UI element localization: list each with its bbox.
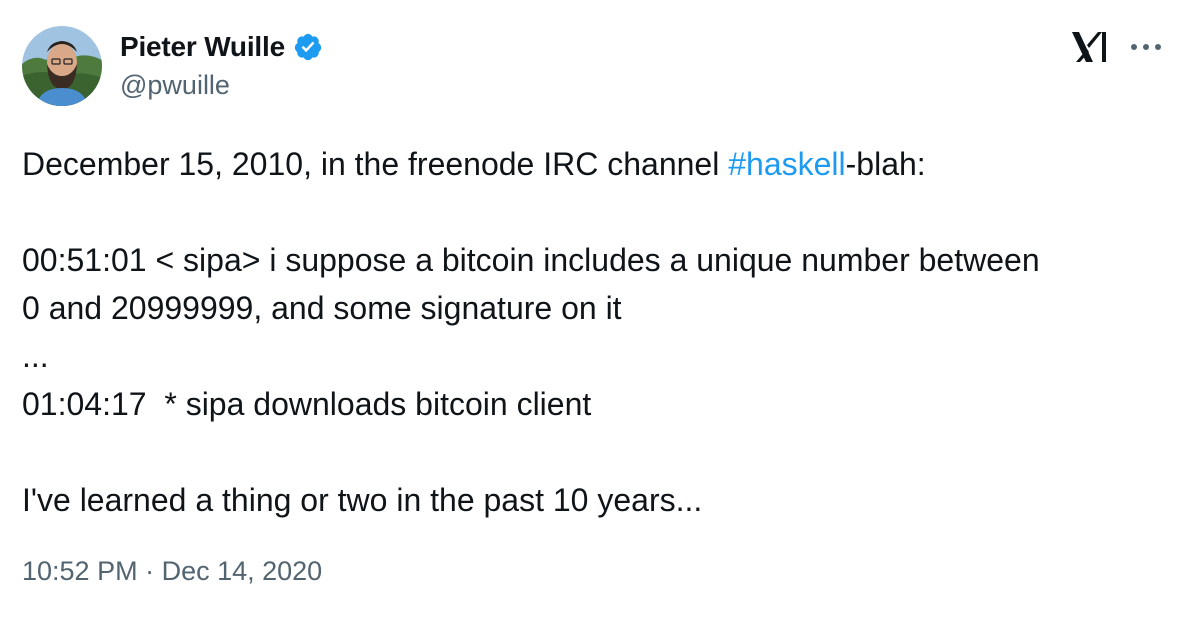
avatar[interactable] bbox=[22, 26, 102, 106]
tweet-intro-line: December 15, 2010, in the freenode IRC c… bbox=[22, 140, 1182, 188]
intro-prefix: December 15, 2010, in the freenode IRC c… bbox=[22, 146, 729, 182]
tweet-card: Pieter Wuille @pwuille December 15, 2010… bbox=[0, 0, 1200, 619]
intro-suffix: -blah: bbox=[845, 146, 926, 182]
irc-log-line-1: 00:51:01 < sipa> i suppose a bitcoin inc… bbox=[22, 242, 1040, 278]
more-dots-icon[interactable] bbox=[1124, 30, 1168, 64]
author-name-row: Pieter Wuille bbox=[120, 28, 323, 66]
tweet-time: 10:52 PM bbox=[22, 556, 138, 586]
irc-log-ellipsis: ... bbox=[22, 338, 49, 374]
hashtag-link[interactable]: #haskell bbox=[728, 146, 845, 182]
tweet-timestamp[interactable]: 10:52 PM · Dec 14, 2020 bbox=[22, 556, 322, 587]
verified-badge-icon bbox=[293, 32, 323, 62]
tweet-date: Dec 14, 2020 bbox=[161, 556, 323, 586]
author-display-name[interactable]: Pieter Wuille bbox=[120, 31, 285, 63]
tweet-text: December 15, 2010, in the freenode IRC c… bbox=[22, 140, 1182, 524]
irc-log-line-1-continued: 0 and 20999999, and some signature on it bbox=[22, 290, 622, 326]
author-handle[interactable]: @pwuille bbox=[120, 70, 230, 101]
timestamp-separator: · bbox=[137, 556, 162, 586]
irc-log-line-2: 01:04:17 * sipa downloads bitcoin client bbox=[22, 386, 592, 422]
x-logo-icon[interactable] bbox=[1068, 26, 1112, 68]
tweet-closing-line: I've learned a thing or two in the past … bbox=[22, 482, 703, 518]
